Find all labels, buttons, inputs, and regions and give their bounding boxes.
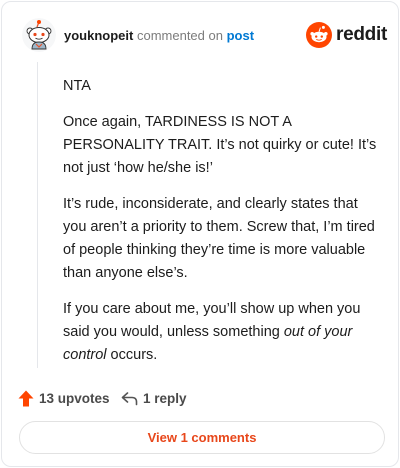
username-link[interactable]: youknopeit xyxy=(64,28,133,43)
reply-count: 1 reply xyxy=(143,390,187,406)
post-link[interactable]: post xyxy=(227,28,254,43)
comment-paragraph: If you care about me, you’ll show up whe… xyxy=(63,298,381,367)
commented-on-text: commented on xyxy=(136,28,223,43)
reddit-logo-icon xyxy=(306,22,332,48)
upvote-arrow-icon xyxy=(18,390,34,406)
thread-line xyxy=(37,62,38,368)
upvote-count: 13 upvotes xyxy=(39,390,110,406)
reddit-wordmark: reddit xyxy=(336,24,387,45)
snoo-avatar-icon xyxy=(22,18,56,52)
comment-paragraph: NTA xyxy=(63,78,91,94)
comment-meta: youknopeit commented on post xyxy=(64,28,254,44)
comment-paragraph: Once again, TARDINESS IS NOT A PERSONALI… xyxy=(63,114,377,176)
user-avatar[interactable] xyxy=(22,18,56,52)
reddit-brand[interactable]: reddit xyxy=(306,22,387,48)
upvote-button[interactable]: 13 upvotes xyxy=(18,388,110,408)
comment-text: occurs. xyxy=(106,347,158,363)
reply-button[interactable]: 1 reply xyxy=(121,388,187,408)
view-comments-button[interactable]: View 1 comments xyxy=(19,421,385,454)
comment-paragraph: It’s rude, inconsiderate, and clearly st… xyxy=(63,196,375,281)
reply-arrow-icon xyxy=(121,391,138,405)
comment-card: youknopeit commented on post reddit NTA … xyxy=(1,1,399,467)
comment-body: NTA Once again, TARDINESS IS NOT A PERSO… xyxy=(63,75,381,380)
comment-header: youknopeit commented on post reddit xyxy=(20,18,387,52)
comment-actions: 13 upvotes 1 reply xyxy=(18,388,318,408)
